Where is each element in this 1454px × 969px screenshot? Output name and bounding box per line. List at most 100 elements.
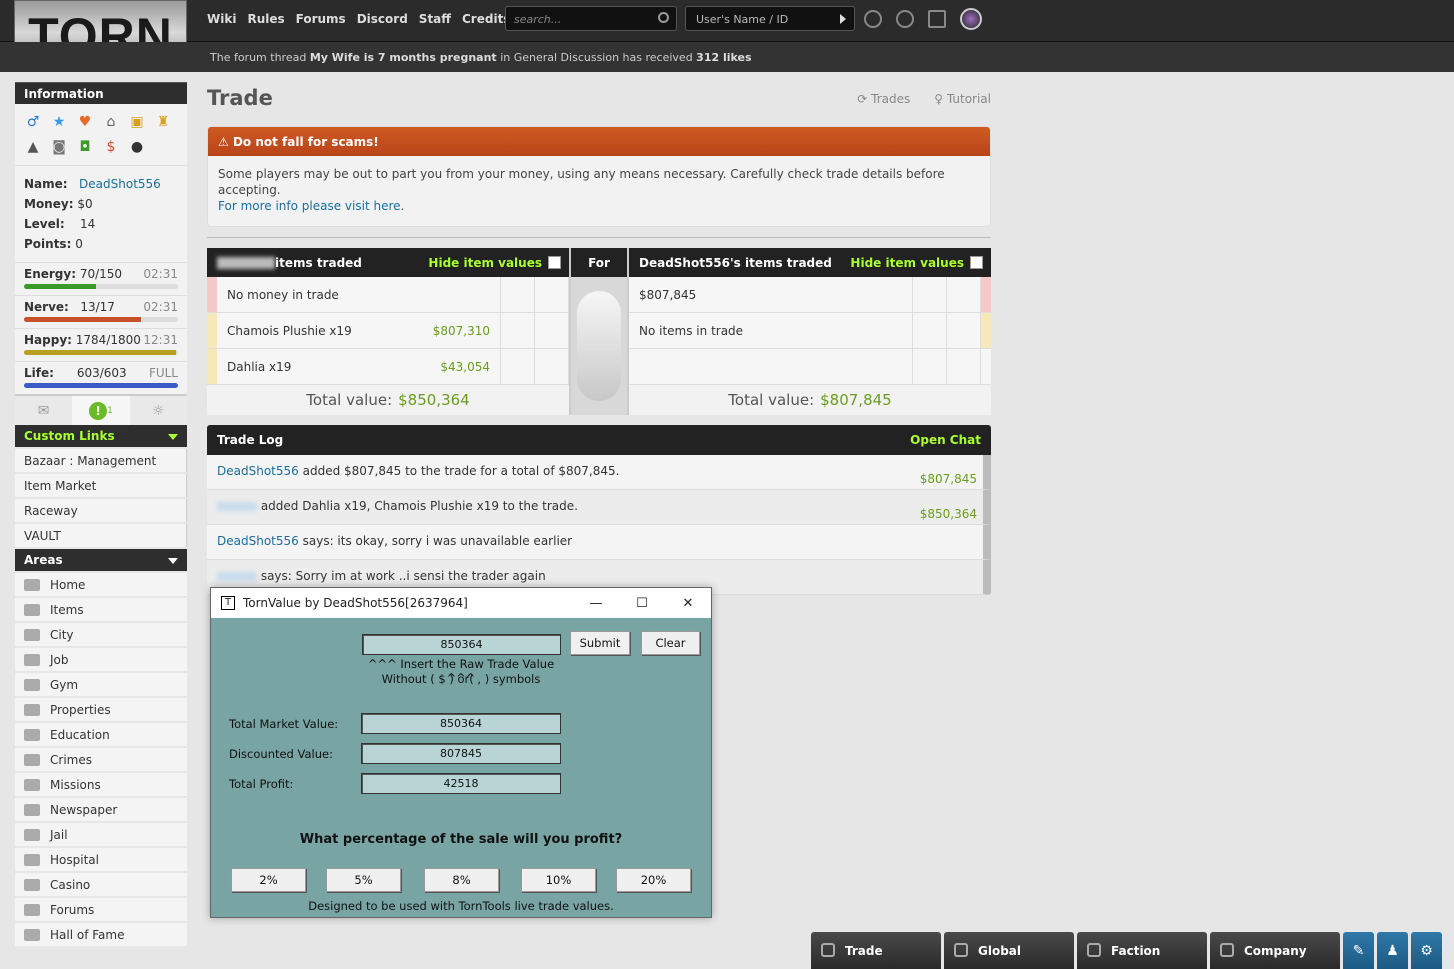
areas-header[interactable]: Areas: [15, 549, 187, 571]
search-input[interactable]: search...: [505, 6, 677, 31]
people-icon[interactable]: ♟: [1377, 932, 1408, 969]
search-icon[interactable]: [658, 12, 669, 23]
cash-icon[interactable]: $: [102, 139, 120, 155]
education-icon[interactable]: ▲: [24, 139, 42, 155]
nerve-bar[interactable]: Nerve: 13/17 02:31: [15, 295, 187, 328]
area-forums[interactable]: Forums: [15, 898, 187, 921]
profile-avatar[interactable]: [960, 8, 982, 30]
pct-20-button[interactable]: 20%: [616, 868, 691, 892]
pct-5-button[interactable]: 5%: [326, 868, 401, 892]
notepad-icon[interactable]: [928, 10, 946, 28]
energy-bar[interactable]: Energy: 70/150 02:31: [15, 262, 187, 295]
nav-rules[interactable]: Rules: [247, 12, 284, 26]
pct-8-button[interactable]: 8%: [424, 868, 499, 892]
nav-discord[interactable]: Discord: [357, 12, 408, 26]
custom-links-header[interactable]: Custom Links: [15, 425, 187, 447]
married-heart-icon[interactable]: ♥: [76, 114, 94, 130]
area-jail[interactable]: Jail: [15, 823, 187, 846]
log-user-link[interactable]: DeadShot556: [217, 534, 299, 548]
drug-icon[interactable]: ●: [128, 139, 146, 155]
area-gym[interactable]: Gym: [15, 673, 187, 696]
messages-icon[interactable]: ✉: [15, 396, 72, 425]
user-lookup-input[interactable]: User's Name / ID: [685, 6, 855, 31]
market-value-label: Total Market Value:: [229, 717, 339, 731]
custom-link-bazaar[interactable]: Bazaar : Management: [15, 449, 187, 472]
submit-button[interactable]: Submit: [570, 631, 630, 655]
settings-gear-icon[interactable]: ⚙: [1411, 932, 1442, 969]
info-header[interactable]: Information: [15, 82, 187, 104]
area-items[interactable]: Items: [15, 598, 187, 621]
events-icon[interactable]: ! 1: [72, 396, 130, 425]
bank-icon[interactable]: ⌂: [102, 114, 120, 130]
area-newspaper[interactable]: Newspaper: [15, 798, 187, 821]
nav-staff[interactable]: Staff: [419, 12, 451, 26]
custom-link-item-market[interactable]: Item Market: [15, 474, 187, 497]
binoculars-icon[interactable]: [864, 10, 882, 28]
go-arrow-icon[interactable]: [840, 14, 846, 24]
scam-warning: ⚠ Do not fall for scams! Some players ma…: [207, 126, 991, 227]
discounted-value-label: Discounted Value:: [229, 747, 333, 761]
nav-forums[interactable]: Forums: [296, 12, 346, 26]
tutorial-link-label: Tutorial: [946, 92, 991, 106]
tutorial-link[interactable]: ♀ Tutorial: [934, 92, 991, 106]
maximize-button[interactable]: ☐: [619, 588, 665, 618]
discounted-value-field[interactable]: 807845: [361, 743, 561, 764]
area-job[interactable]: Job: [15, 648, 187, 671]
minimize-button[interactable]: —: [573, 588, 619, 618]
notes-pencil-icon[interactable]: ✎: [1343, 932, 1374, 969]
custom-link-raceway[interactable]: Raceway: [15, 499, 187, 522]
global-chat-tab[interactable]: Global: [944, 932, 1074, 969]
clear-button[interactable]: Clear: [641, 631, 700, 655]
life-bar[interactable]: Life: 603/603 FULL: [15, 361, 187, 394]
scam-info-link[interactable]: For more info please visit here.: [218, 199, 404, 213]
area-hall-of-fame[interactable]: Hall of Fame: [15, 923, 187, 946]
name-label: Name:: [24, 177, 68, 191]
pct-2-button[interactable]: 2%: [231, 868, 306, 892]
speech-bubble-icon: [24, 903, 40, 916]
area-missions[interactable]: Missions: [15, 773, 187, 796]
gender-icon[interactable]: ♂: [24, 114, 42, 130]
area-properties[interactable]: Properties: [15, 698, 187, 721]
hide-values-checkbox[interactable]: [548, 256, 561, 269]
news-thread[interactable]: My Wife is 7 months pregnant: [310, 51, 497, 64]
trades-link[interactable]: ⟳ Trades: [857, 92, 910, 106]
clock-icon[interactable]: [896, 10, 914, 28]
market-value-field[interactable]: 850364: [361, 713, 561, 734]
donator-star-icon[interactable]: ★: [50, 114, 68, 130]
window-titlebar[interactable]: T TornValue by DeadShot556[2637964] — ☐ …: [211, 588, 711, 618]
happy-bar[interactable]: Happy: 1784/1800 12:31: [15, 328, 187, 361]
custom-link-vault[interactable]: VAULT: [15, 524, 187, 547]
area-city[interactable]: City: [15, 623, 187, 646]
open-chat-link[interactable]: Open Chat: [910, 433, 981, 447]
area-crimes[interactable]: Crimes: [15, 748, 187, 771]
nav-wiki[interactable]: Wiki: [207, 12, 236, 26]
total-profit-field[interactable]: 42518: [361, 773, 561, 794]
area-casino[interactable]: Casino: [15, 873, 187, 896]
job-icon[interactable]: ▣: [128, 114, 146, 130]
company-chat-tab[interactable]: Company: [1210, 932, 1340, 969]
area-education[interactable]: Education: [15, 723, 187, 746]
pct-10-button[interactable]: 10%: [521, 868, 596, 892]
news-ticker[interactable]: The forum thread My Wife is 7 months pre…: [0, 42, 1454, 72]
total-profit-label: Total Profit:: [229, 777, 294, 791]
collapse-arrow-icon[interactable]: [168, 434, 178, 440]
log-value: $807,845: [919, 472, 977, 486]
area-label: Items: [50, 602, 84, 617]
faction-chat-tab[interactable]: Faction: [1077, 932, 1207, 969]
collapse-arrow-icon[interactable]: [168, 558, 178, 564]
player-name[interactable]: DeadShot556: [79, 177, 161, 191]
area-home[interactable]: Home: [15, 573, 187, 596]
area-hospital[interactable]: Hospital: [15, 848, 187, 871]
trade-chat-tab[interactable]: Trade: [811, 932, 941, 969]
close-button[interactable]: ✕: [665, 588, 711, 618]
energy-track: [24, 284, 178, 289]
nav-credits[interactable]: Credits: [462, 12, 510, 26]
log-user-link[interactable]: DeadShot556: [217, 464, 299, 478]
log-text: says: its okay, sorry i was unavailable …: [302, 534, 573, 548]
raw-value-input[interactable]: 850364: [362, 634, 561, 655]
property-icon[interactable]: ♜: [154, 114, 172, 130]
stock-icon[interactable]: ◘: [76, 139, 94, 155]
hide-values-checkbox[interactable]: [970, 256, 983, 269]
awards-icon[interactable]: ☼: [130, 396, 187, 425]
faction-icon[interactable]: ◙: [50, 139, 68, 155]
